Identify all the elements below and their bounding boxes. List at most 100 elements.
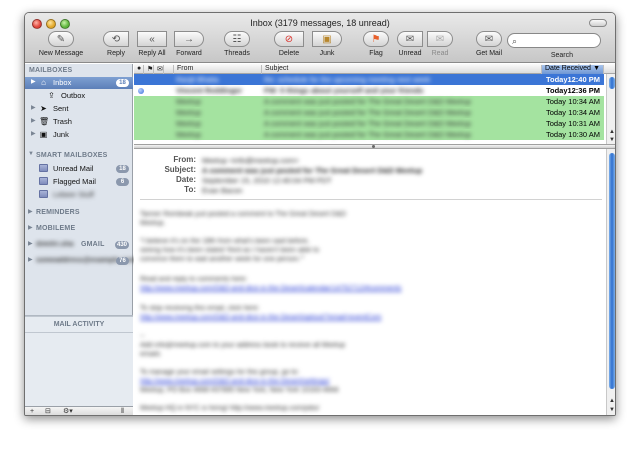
message-list-scrollbar[interactable]: ▲ ▼ (606, 74, 615, 144)
scroll-up-arrow-icon[interactable]: ▲ (607, 397, 615, 405)
message-subject: A comment was just posted for The Great … (264, 108, 472, 117)
sidebar-item-flagged-mail[interactable]: Flagged Mail 6 (25, 176, 133, 188)
smart-folder-icon (39, 177, 48, 186)
status-column-header[interactable] (164, 65, 174, 74)
reply-all-button[interactable]: « Reply All (131, 31, 173, 61)
get-mail-button[interactable]: ✉ Get Mail (471, 31, 507, 61)
inbox-label: Inbox (53, 78, 72, 87)
inbox-unread-badge: 18 (116, 79, 129, 87)
to-header-label: To: (184, 185, 196, 194)
divider (25, 332, 133, 333)
comments-link[interactable]: http://www.meetup.com/D&D-and-dice-in-th… (140, 285, 401, 292)
message-from: Vincent Reddinger (176, 86, 243, 95)
mobileme-header-row[interactable]: ▶ MOBILEME (25, 223, 133, 235)
settings-link[interactable]: http://www.meetup.com/D&D-and-dice-in-th… (140, 378, 329, 385)
add-mailbox-icon[interactable]: + (30, 408, 34, 415)
sidebar-bottom-bar: + ⊟ ⚙▾ ⦀ (25, 406, 133, 415)
sent-icon: ➤ (40, 104, 47, 113)
preview-scrollbar[interactable]: ▲ ▼ (606, 149, 615, 415)
message-row[interactable]: Meetup A comment was just posted for The… (134, 107, 604, 118)
message-list-header: ● ⚑ ✉ From Subject Date Received ▼ (134, 64, 615, 74)
read-button[interactable]: ✉ Read (425, 31, 455, 61)
date-header-label: Date: (175, 175, 196, 184)
smart-mailboxes-header-row[interactable]: ▼ SMART MAILBOXES (25, 150, 133, 162)
reminders-header: REMINDERS (36, 209, 80, 216)
sidebar-item-unread-mail[interactable]: Unread Mail 18 (25, 163, 133, 175)
body-text: emails (140, 351, 161, 358)
disclosure-triangle-icon[interactable]: ▶ (28, 240, 33, 247)
junk-icon: ▣ (312, 31, 342, 47)
new-message-button[interactable]: ✎ New Message (33, 31, 89, 61)
scroll-down-arrow-icon[interactable]: ▼ (607, 406, 615, 414)
message-from: Meetup (176, 97, 202, 106)
disclosure-triangle-icon[interactable]: ▶ (28, 208, 33, 215)
search-input[interactable]: ⌕ (507, 33, 601, 48)
from-header-value[interactable]: Meetup <info@meetup.com> (202, 156, 299, 165)
message-row[interactable]: Vincent Reddinger FW: 5 things about you… (134, 85, 604, 96)
sent-label: Sent (53, 104, 69, 113)
junk-button[interactable]: ▣ Junk (309, 31, 345, 61)
delete-button[interactable]: ⊘ Delete (271, 31, 307, 61)
splitter-grip-icon (372, 145, 375, 148)
forward-button[interactable]: → Forward (171, 31, 207, 61)
sidebar-item-inbox[interactable]: ▶ ⌂ Inbox 18 (25, 77, 133, 89)
inbox-icon: ⌂ (41, 78, 46, 87)
show-photo-browser-icon[interactable]: ⊟ (45, 408, 51, 415)
subject-column-header[interactable]: Subject (262, 65, 542, 74)
account2-header-row[interactable]: ▶ someaddress@example.com 76 (25, 255, 137, 267)
message-row[interactable]: Ranjit Bhatia Re: schedule for the upcom… (134, 74, 604, 85)
message-row[interactable]: Meetup A comment was just posted for The… (134, 118, 604, 129)
unread-envelope-icon: ✉ (397, 31, 423, 47)
scroll-down-arrow-icon[interactable]: ▼ (607, 136, 615, 144)
date-received-label: Date Received (545, 65, 591, 72)
message-subject: Re: schedule for the upcoming meeting ne… (264, 75, 431, 84)
sidebar-item-outbox[interactable]: ⇪ Outbox (25, 90, 133, 102)
disclosure-triangle-icon[interactable]: ▶ (28, 256, 33, 263)
scroll-up-arrow-icon[interactable]: ▲ (607, 128, 615, 136)
from-column-header[interactable]: From (174, 65, 262, 74)
to-header-value[interactable]: Evan Bacon (202, 186, 242, 195)
reply-button[interactable]: ⟲ Reply (101, 31, 131, 61)
disclosure-triangle-icon[interactable]: ▶ (31, 78, 36, 85)
gear-icon[interactable]: ⚙▾ (63, 408, 73, 415)
message-subject: FW: 5 things about yourself and your fri… (264, 86, 424, 95)
flag-column-header[interactable]: ⚑ (144, 65, 154, 74)
message-date-day: Today (546, 75, 568, 84)
mobileme-header: MOBILEME (36, 225, 76, 232)
message-row[interactable]: Meetup A comment was just posted for The… (134, 129, 604, 140)
message-list: ● ⚑ ✉ From Subject Date Received ▼ Ranji… (134, 64, 615, 144)
optout-link[interactable]: http://www.meetup.com/D&D-and-dice-in-th… (140, 314, 381, 321)
disclosure-triangle-icon[interactable]: ▶ (31, 117, 36, 124)
body-text: Add info@meetup.com to your address book… (140, 342, 346, 349)
gmail-header: GMAIL (81, 241, 105, 248)
flag-button[interactable]: ⚑ Flag (361, 31, 391, 61)
sidebar-item-smart-blurred[interactable]: Lebeer Stuff (25, 189, 133, 201)
unread-mail-label: Unread Mail (53, 164, 94, 173)
disclosure-triangle-icon[interactable]: ▼ (28, 151, 34, 157)
date-received-column-header[interactable]: Date Received ▼ (542, 65, 604, 74)
sidebar-item-trash[interactable]: ▶ 🗑 Trash (25, 116, 133, 128)
sidebar-item-junk[interactable]: ▶ ▣ Junk (25, 129, 133, 141)
body-text: "I believe it's on the 18th from what's … (140, 238, 310, 245)
scroll-thumb[interactable] (609, 77, 615, 89)
sidebar-item-sent[interactable]: ▶ ➤ Sent (25, 103, 133, 115)
mailboxes-header[interactable]: MAILBOXES (29, 67, 72, 74)
attachment-column-header[interactable]: ✉ (154, 65, 164, 74)
toolbar-toggle-button[interactable] (589, 19, 607, 27)
sort-descending-icon: ▼ (593, 65, 600, 72)
message-date-time: 10:30 AM (568, 130, 600, 139)
disclosure-triangle-icon[interactable]: ▶ (31, 130, 36, 137)
flag-icon: ⚑ (363, 31, 389, 47)
scroll-thumb[interactable] (609, 153, 615, 389)
resize-handle-icon[interactable]: ⦀ (121, 408, 124, 415)
threads-button[interactable]: ☷ Threads (219, 31, 255, 61)
disclosure-triangle-icon[interactable]: ▶ (31, 104, 36, 111)
unread-column-header[interactable]: ● (134, 65, 144, 74)
unread-button[interactable]: ✉ Unread (395, 31, 425, 61)
disclosure-triangle-icon[interactable]: ▶ (28, 224, 33, 231)
get-mail-label: Get Mail (475, 50, 503, 57)
reminders-header-row[interactable]: ▶ REMINDERS (25, 207, 133, 219)
reply-icon: ⟲ (103, 31, 129, 47)
message-row[interactable]: Meetup A comment was just posted for The… (134, 96, 604, 107)
gmail-header-row[interactable]: ▶ dimitri.sha GMAIL 430 (25, 239, 133, 251)
